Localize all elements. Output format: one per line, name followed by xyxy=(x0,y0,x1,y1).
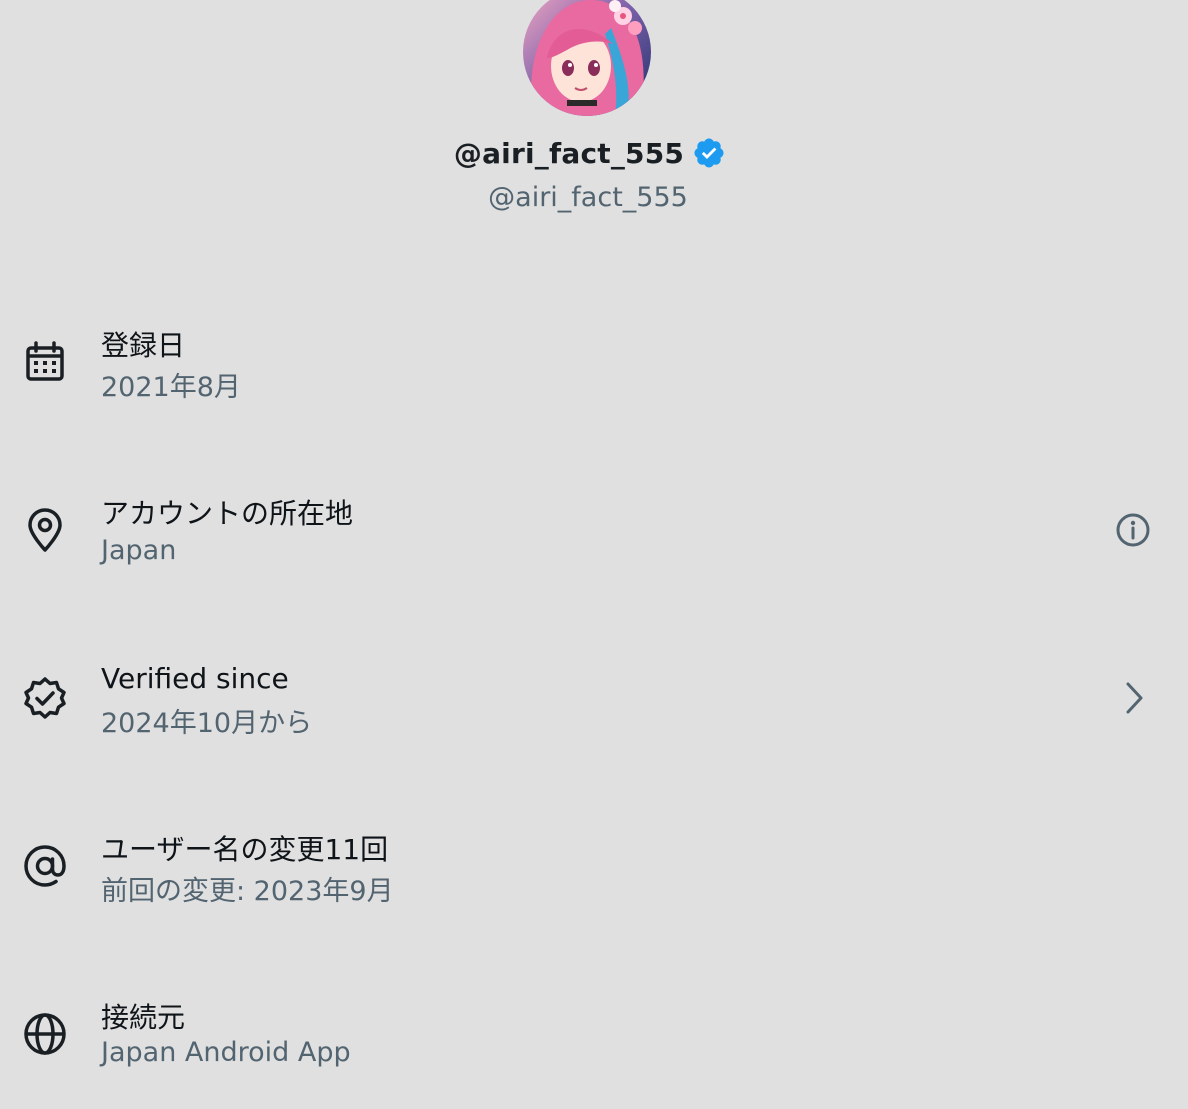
calendar-icon xyxy=(21,338,69,386)
info-icon[interactable] xyxy=(1111,508,1155,552)
row-account-location: アカウントの所在地 Japan xyxy=(0,470,1188,590)
row-connected-from: 接続元 Japan Android App xyxy=(0,974,1188,1094)
avatar[interactable] xyxy=(523,0,651,116)
row-subtitle: 前回の変更: 2023年9月 xyxy=(101,876,394,907)
globe-icon xyxy=(21,1010,69,1058)
display-name-row: @airi_fact_555 xyxy=(0,136,1184,170)
verified-check-icon xyxy=(21,674,69,722)
row-title: アカウントの所在地 xyxy=(101,497,354,530)
row-title: Verified since xyxy=(101,662,289,695)
account-info-page: @airi_fact_555 @airi_fact_555 登録日 2021年8… xyxy=(0,0,1188,1109)
location-pin-icon xyxy=(21,506,69,554)
row-join-date: 登録日 2021年8月 xyxy=(0,302,1188,422)
row-verified-since[interactable]: Verified since 2024年10月から xyxy=(0,638,1188,758)
row-title: 接続元 xyxy=(101,1001,186,1034)
row-title: 登録日 xyxy=(101,329,186,362)
row-subtitle: 2021年8月 xyxy=(101,372,241,403)
handle: @airi_fact_555 xyxy=(488,182,688,213)
row-username-changes: ユーザー名の変更11回 前回の変更: 2023年9月 xyxy=(0,806,1188,926)
row-title: ユーザー名の変更11回 xyxy=(101,833,389,866)
display-name: @airi_fact_555 xyxy=(453,136,685,170)
row-subtitle: Japan Android App xyxy=(101,1037,351,1068)
at-sign-icon xyxy=(21,842,69,890)
chevron-right-icon[interactable] xyxy=(1111,676,1155,720)
row-subtitle: 2024年10月から xyxy=(101,708,313,739)
row-subtitle: Japan xyxy=(101,535,177,566)
verified-badge-icon xyxy=(692,136,726,170)
